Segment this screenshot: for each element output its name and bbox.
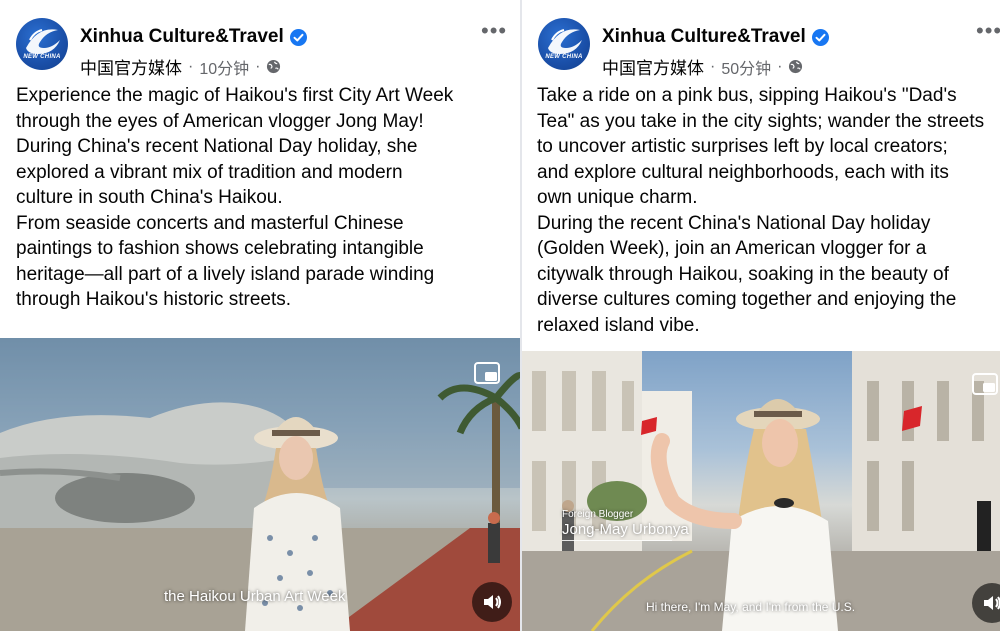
post-video[interactable]: Foreign Blogger Jong-May Urbonya Hi ther… (522, 351, 1000, 631)
globe-icon (267, 59, 281, 74)
meta-separator: · (710, 57, 716, 75)
xinhua-logo-icon (26, 29, 60, 54)
speaker-icon (984, 596, 1000, 610)
avatar-logo-text: NEW CHINA (545, 54, 583, 60)
post-meta-row: 中国官方媒体 · 50分钟 · (602, 54, 803, 79)
meta-separator: · (255, 57, 261, 75)
lower-third-name: Jong-May Urbonya (562, 521, 689, 538)
meta-separator: · (188, 57, 194, 75)
post-body-text: Take a ride on a pink bus, sipping Haiko… (537, 85, 985, 336)
post-timestamp[interactable]: 10分钟 (199, 55, 249, 79)
avatar-logo-text: NEW CHINA (23, 54, 61, 60)
verified-badge-icon (811, 28, 829, 46)
more-options-icon[interactable]: ••• (481, 20, 507, 42)
page-name-row: Xinhua Culture&Travel (602, 26, 829, 48)
feed-post-left: NEW CHINA Xinhua Culture&Travel 中国官方媒体 ·… (0, 0, 522, 631)
post-timestamp[interactable]: 50分钟 (721, 55, 771, 79)
globe-icon (789, 59, 803, 74)
page-avatar[interactable]: NEW CHINA (538, 18, 590, 70)
media-label: 中国官方媒体 (80, 59, 182, 78)
post-body-text: Experience the magic of Haikou's first C… (16, 85, 454, 310)
post-header: NEW CHINA Xinhua Culture&Travel 中国官方媒体 ·… (16, 18, 522, 79)
page-name-link[interactable]: Xinhua Culture&Travel (80, 26, 284, 48)
picture-in-picture-icon[interactable] (474, 362, 500, 384)
lower-third-label: Foreign Blogger (562, 509, 634, 520)
speaker-icon (484, 595, 501, 609)
page-avatar[interactable]: NEW CHINA (16, 18, 68, 70)
video-frame (522, 351, 1000, 631)
mute-toggle-button[interactable] (472, 582, 512, 622)
video-caption: Hi there, I'm May, and I'm from the U.S. (646, 600, 856, 614)
media-label: 中国官方媒体 (602, 59, 704, 78)
post-header: NEW CHINA Xinhua Culture&Travel 中国官方媒体 ·… (538, 18, 1000, 79)
video-lower-third: Foreign Blogger Jong-May Urbonya (562, 509, 689, 541)
picture-in-picture-icon[interactable] (972, 373, 998, 395)
more-options-icon[interactable]: ••• (976, 20, 1000, 42)
xinhua-logo-icon (548, 29, 582, 54)
feed-post-right: NEW CHINA Xinhua Culture&Travel 中国官方媒体 ·… (522, 0, 1000, 631)
lower-third-rule (562, 540, 672, 541)
post-video[interactable]: the Haikou Urban Art Week (0, 338, 522, 631)
meta-separator: · (777, 57, 783, 75)
post-meta-row: 中国官方媒体 · 10分钟 · (80, 54, 281, 79)
page-name-link[interactable]: Xinhua Culture&Travel (602, 26, 806, 48)
verified-badge-icon (289, 28, 307, 46)
page-name-row: Xinhua Culture&Travel (80, 26, 307, 48)
video-caption: the Haikou Urban Art Week (164, 588, 346, 605)
